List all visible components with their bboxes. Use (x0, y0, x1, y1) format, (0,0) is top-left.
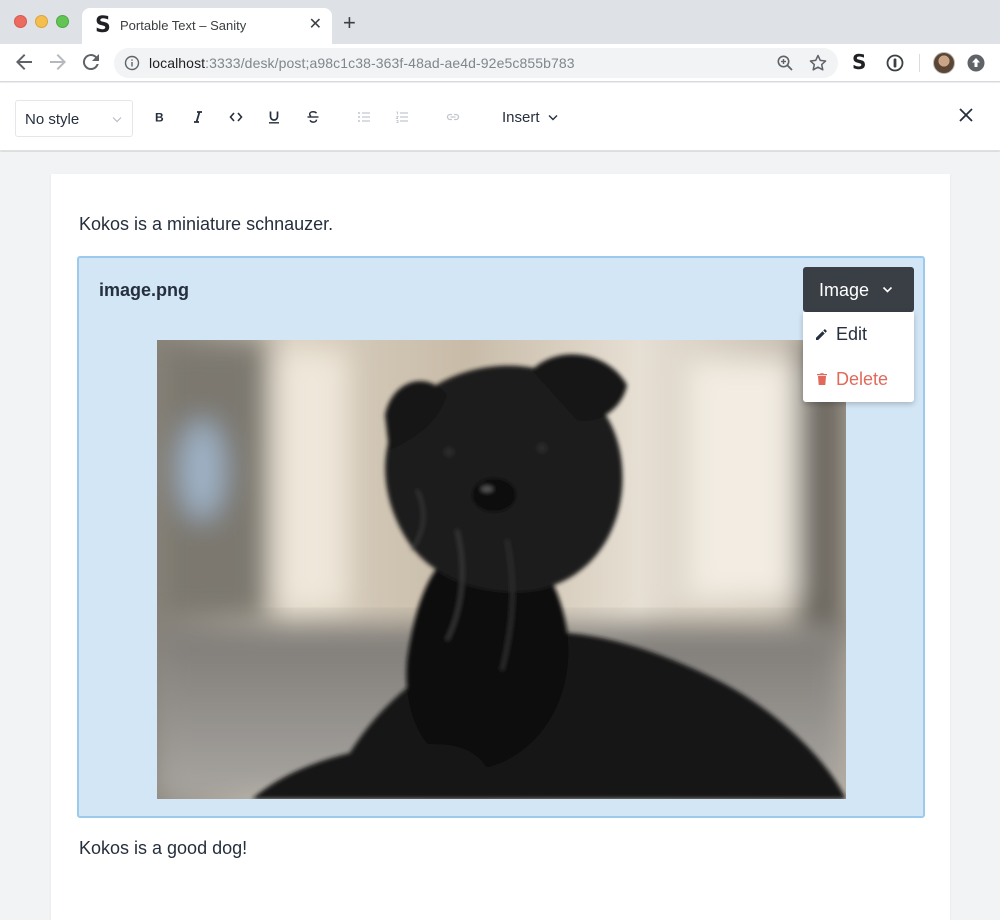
close-icon[interactable] (956, 105, 976, 125)
pencil-icon (816, 329, 827, 340)
image-menu-dropdown: Edit Delete (803, 312, 914, 402)
browser-toolbar: localhost:3333/desk/post;a98c1c38-363f-4… (0, 44, 1000, 82)
trash-icon (817, 373, 827, 385)
insert-button[interactable]: Insert (494, 102, 566, 132)
image-filename: image.png (99, 280, 190, 300)
code-icon[interactable] (224, 105, 248, 129)
document-page[interactable]: Kokos is a miniature schnauzer. image.pn… (51, 174, 950, 920)
dog-photo (157, 340, 846, 799)
star-icon[interactable] (808, 53, 828, 73)
close-tab-icon[interactable]: ✕ (309, 15, 322, 35)
bold-icon[interactable]: B (147, 105, 171, 129)
window-maximize-dot[interactable] (56, 15, 69, 28)
url-text[interactable]: localhost:3333/desk/post;a98c1c38-363f-4… (149, 55, 575, 71)
menu-item-delete-label: Delete (836, 369, 889, 389)
browser-tab[interactable]: S Portable Text – Sanity ✕ (82, 8, 332, 44)
italic-icon[interactable] (186, 105, 210, 129)
window-close-dot[interactable] (14, 15, 27, 28)
chevron-down-icon (882, 286, 893, 293)
url-host: localhost (149, 55, 206, 71)
update-icon[interactable] (966, 53, 986, 73)
menu-item-edit-label: Edit (836, 324, 868, 344)
image-menu-button[interactable]: Image (803, 267, 914, 312)
sanity-favicon-icon: S (95, 13, 111, 38)
window-minimize-dot[interactable] (35, 15, 48, 28)
image-block[interactable]: image.png Image Edit Delete (77, 256, 925, 818)
forward-arrow-icon[interactable] (46, 50, 70, 74)
numbered-list-icon[interactable] (390, 105, 414, 129)
paragraph[interactable]: Kokos is a miniature schnauzer. (79, 214, 333, 235)
menu-item-edit[interactable]: Edit (803, 312, 914, 356)
url-path: :3333/desk/post;a98c1c38-363f-48ad-ae4d-… (205, 55, 575, 71)
new-tab-icon[interactable]: + (343, 11, 356, 35)
image-menu-label: Image (819, 280, 870, 300)
underline-icon[interactable] (262, 105, 286, 129)
chevron-down-icon (548, 114, 558, 120)
link-icon[interactable] (441, 105, 465, 129)
strikethrough-icon[interactable] (301, 105, 325, 129)
password-extension-icon[interactable] (885, 53, 905, 73)
bullet-list-icon[interactable] (352, 105, 376, 129)
block-style-value: No style (25, 111, 80, 128)
dog-image[interactable] (157, 340, 846, 799)
browser-tab-strip: S Portable Text – Sanity ✕ + (0, 0, 1000, 44)
block-style-select[interactable]: No style (15, 100, 133, 137)
reload-icon[interactable] (79, 50, 103, 74)
zoom-icon[interactable] (776, 54, 794, 72)
toolbar-divider (919, 54, 920, 72)
sanity-extension-icon[interactable]: S (852, 51, 872, 73)
address-bar[interactable]: localhost:3333/desk/post;a98c1c38-363f-4… (114, 48, 838, 78)
editor-toolbar: No style B Insert (0, 83, 1000, 151)
insert-label: Insert (502, 108, 540, 126)
editor-canvas: Kokos is a miniature schnauzer. image.pn… (0, 152, 1000, 920)
back-arrow-icon[interactable] (12, 50, 36, 74)
chevron-down-icon (112, 117, 122, 123)
info-icon[interactable] (124, 55, 140, 71)
menu-item-delete[interactable]: Delete (803, 357, 914, 401)
avatar[interactable] (933, 52, 955, 74)
paragraph[interactable]: Kokos is a good dog! (79, 838, 247, 859)
tab-title: Portable Text – Sanity (120, 18, 247, 33)
svg-text:B: B (155, 111, 164, 125)
